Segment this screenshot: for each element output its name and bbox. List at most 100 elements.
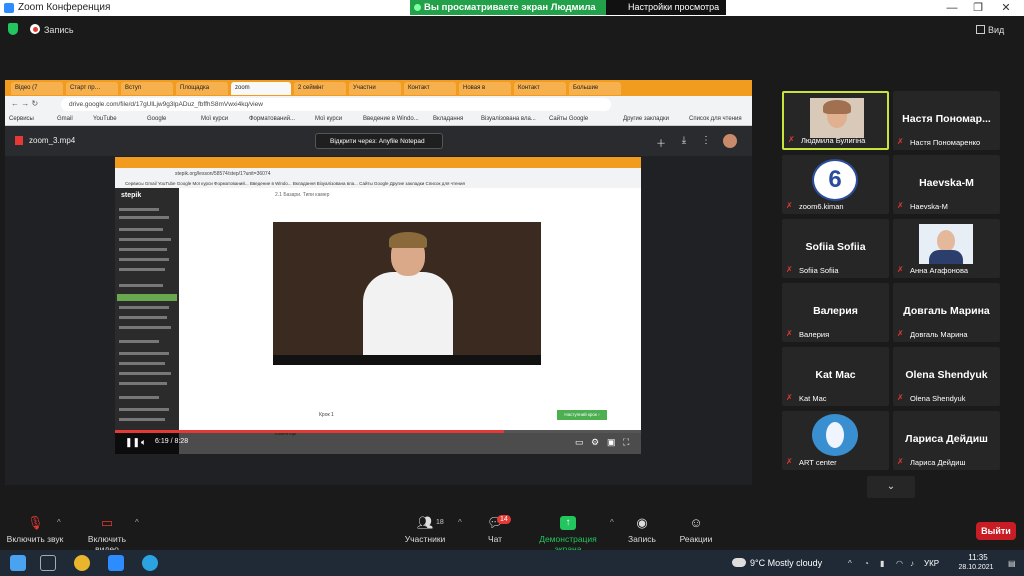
start-video-button[interactable]: ▭ Включить видео <box>76 516 138 555</box>
unmute-label: Включить звук <box>6 534 64 544</box>
close-icon[interactable]: ✕ <box>992 1 1020 15</box>
bookmark-item[interactable]: Сайты Google <box>549 116 588 122</box>
muted-mic-icon: ✗ <box>897 329 904 338</box>
battery-icon[interactable]: ▮ <box>880 559 889 568</box>
reactions-icon: ☺ <box>689 515 703 530</box>
participant-tile[interactable]: Валерия ✗ Валерия <box>782 283 889 342</box>
miniplayer-icon[interactable]: ▣ <box>607 437 616 448</box>
settings-icon[interactable]: ⚙ <box>591 437 599 448</box>
participants-label: Участники <box>404 534 446 544</box>
unmute-button[interactable]: 🎙︎ Включить звук <box>6 516 64 545</box>
drive-player-bar[interactable]: ❚❚ 🔈︎ 6:19 / 8:28 ▭ ⚙ ▣ ⛶ <box>115 430 641 454</box>
clock-date[interactable]: 28.10.2021 <box>952 564 1000 571</box>
participant-tile[interactable]: Kat Mac ✗ Kat Mac <box>782 347 889 406</box>
weather-label[interactable]: 9°C Mostly cloudy <box>750 558 822 568</box>
wifi-icon[interactable]: ◠ <box>896 559 905 568</box>
bookmark-item[interactable]: Мої курси <box>315 116 342 122</box>
url-field[interactable]: drive.google.com/file/d/17gUlLjw9g3lpADu… <box>61 98 611 111</box>
participant-tile[interactable]: Haevska-M ✗ Haevska-M <box>893 155 1000 214</box>
bookmark-item[interactable]: Сервисы <box>9 116 34 122</box>
language-indicator[interactable]: УКР <box>924 559 939 568</box>
security-shield-icon[interactable] <box>8 23 18 35</box>
lesson-video-controls[interactable] <box>273 355 541 365</box>
participant-tile[interactable]: 6 ✗ zoom6.kiman <box>782 155 889 214</box>
clock-time[interactable]: 11:35 <box>958 553 998 562</box>
leave-button[interactable]: Выйти <box>976 522 1016 540</box>
chrome-icon[interactable] <box>74 555 90 571</box>
open-with-button[interactable]: Відкрити через: Anyfile Notepad <box>315 133 443 149</box>
grid-view-icon[interactable] <box>976 25 985 34</box>
recording-label: Запись <box>44 25 74 35</box>
presenter <box>363 272 453 362</box>
bookmark-item[interactable]: YouTube <box>93 116 117 122</box>
more-icon[interactable]: ⋮ <box>700 135 712 147</box>
participant-display-name: Лариса Дейдиш <box>905 433 988 445</box>
participant-tile[interactable]: Довгаль Марина ✗ Довгаль Марина <box>893 283 1000 342</box>
task-view-icon[interactable] <box>40 555 56 571</box>
speaker-icon[interactable]: ♪ <box>910 559 919 568</box>
participant-tile[interactable]: ✗ Людмила Булигіна <box>782 91 889 150</box>
browser-tab[interactable]: Новая в <box>459 82 511 95</box>
bookmark-item[interactable]: Візуалізована вла... <box>481 116 536 122</box>
lesson-video[interactable] <box>273 222 541 365</box>
participant-tile[interactable]: Лариса Дейдиш ✗ Лариса Дейдиш <box>893 411 1000 470</box>
record-button[interactable]: ◉ Запись <box>626 516 658 545</box>
browser-nav-icons[interactable]: ← → ↻ <box>11 99 38 108</box>
participants-chevron-icon[interactable]: ^ <box>458 518 462 527</box>
view-button[interactable]: Вид <box>988 25 1004 35</box>
tray-chevron-icon[interactable]: ^ <box>848 559 857 568</box>
pause-icon[interactable]: ❚❚ <box>125 437 140 448</box>
browser-tab[interactable]: Большие <box>569 82 621 95</box>
telegram-icon[interactable] <box>142 555 158 571</box>
fullscreen-icon[interactable]: ⛶ <box>623 437 629 448</box>
share-options-chevron-icon[interactable]: ^ <box>610 518 614 527</box>
browser-tab[interactable]: Контакт <box>404 82 456 95</box>
inner-browser-tabs <box>115 157 641 168</box>
bookmark-item[interactable]: Мої курси <box>201 116 228 122</box>
bookmark-item[interactable]: Список для чтения <box>689 116 742 122</box>
video-options-chevron-icon[interactable]: ^ <box>135 518 139 527</box>
zoom-taskbar-icon[interactable] <box>108 555 124 571</box>
participant-tile[interactable]: Olena Shendyuk ✗ Olena Shendyuk <box>893 347 1000 406</box>
maximize-icon[interactable]: ❐ <box>964 1 992 15</box>
avatar[interactable] <box>723 134 737 148</box>
windows-start-icon[interactable] <box>10 555 26 571</box>
captions-icon[interactable]: ▭ <box>575 437 584 448</box>
video-content[interactable]: stepik.org/lesson/58574/step/1?unit=3607… <box>115 157 641 454</box>
presenter-hair <box>389 232 427 248</box>
windows-taskbar: 9°C Mostly cloudy ^ ◔ ▮ ◠ ♪ УКР 11:35 28… <box>0 550 1024 576</box>
share-screen-button[interactable]: ↑ Демонстрация экрана <box>526 516 610 554</box>
browser-tab-active[interactable]: zoom <box>231 82 291 95</box>
participant-tile[interactable]: ✗ Анна Агафонова <box>893 219 1000 278</box>
bookmark-item[interactable]: Введение в Windo... <box>363 116 419 122</box>
view-settings-button[interactable]: Настройки просмотра ▾ <box>606 0 726 27</box>
participant-tile[interactable]: ✗ ART center <box>782 411 889 470</box>
browser-tab[interactable]: Вступ <box>121 82 173 95</box>
reactions-button[interactable]: ☺ Реакции <box>676 515 716 545</box>
network-icon[interactable]: ◔ <box>864 559 873 568</box>
bookmark-item[interactable]: Google <box>147 116 166 122</box>
minimize-icon[interactable]: — <box>938 1 966 15</box>
participant-tile[interactable]: Настя Пономар... ✗ Настя Пономаренко <box>893 91 1000 150</box>
muted-mic-icon: ✗ <box>786 329 793 338</box>
browser-tab[interactable]: Відео (7 <box>11 82 63 95</box>
bookmark-item[interactable]: Вкладання <box>433 116 463 122</box>
notifications-icon[interactable]: ▤ <box>1008 559 1017 568</box>
browser-tab[interactable]: 2 сеймінг <box>294 82 346 95</box>
participant-tile[interactable]: Sofiia Sofiia ✗ Sofiia Sofiia <box>782 219 889 278</box>
progress-track[interactable] <box>115 430 641 433</box>
next-page-chevron-icon[interactable]: ⌄ <box>867 476 915 498</box>
volume-icon[interactable]: 🔈︎ <box>141 437 146 448</box>
bookmark-item[interactable]: Gmail <box>57 116 73 122</box>
download-icon[interactable]: ⤓ <box>678 135 690 147</box>
add-comment-icon[interactable]: ＋ <box>655 135 667 150</box>
audio-options-chevron-icon[interactable]: ^ <box>57 518 61 527</box>
bookmark-item[interactable]: Форматований... <box>249 116 295 122</box>
browser-tab[interactable]: Площадка <box>176 82 228 95</box>
browser-tab[interactable]: Старт пр… <box>66 82 118 95</box>
next-step-button[interactable]: Наступний крок › <box>557 410 607 420</box>
browser-tab[interactable]: Участни <box>349 82 401 95</box>
muted-mic-icon: ✗ <box>786 393 793 402</box>
browser-tab[interactable]: Контакт <box>514 82 566 95</box>
bookmark-item[interactable]: Другие закладки <box>623 116 669 122</box>
